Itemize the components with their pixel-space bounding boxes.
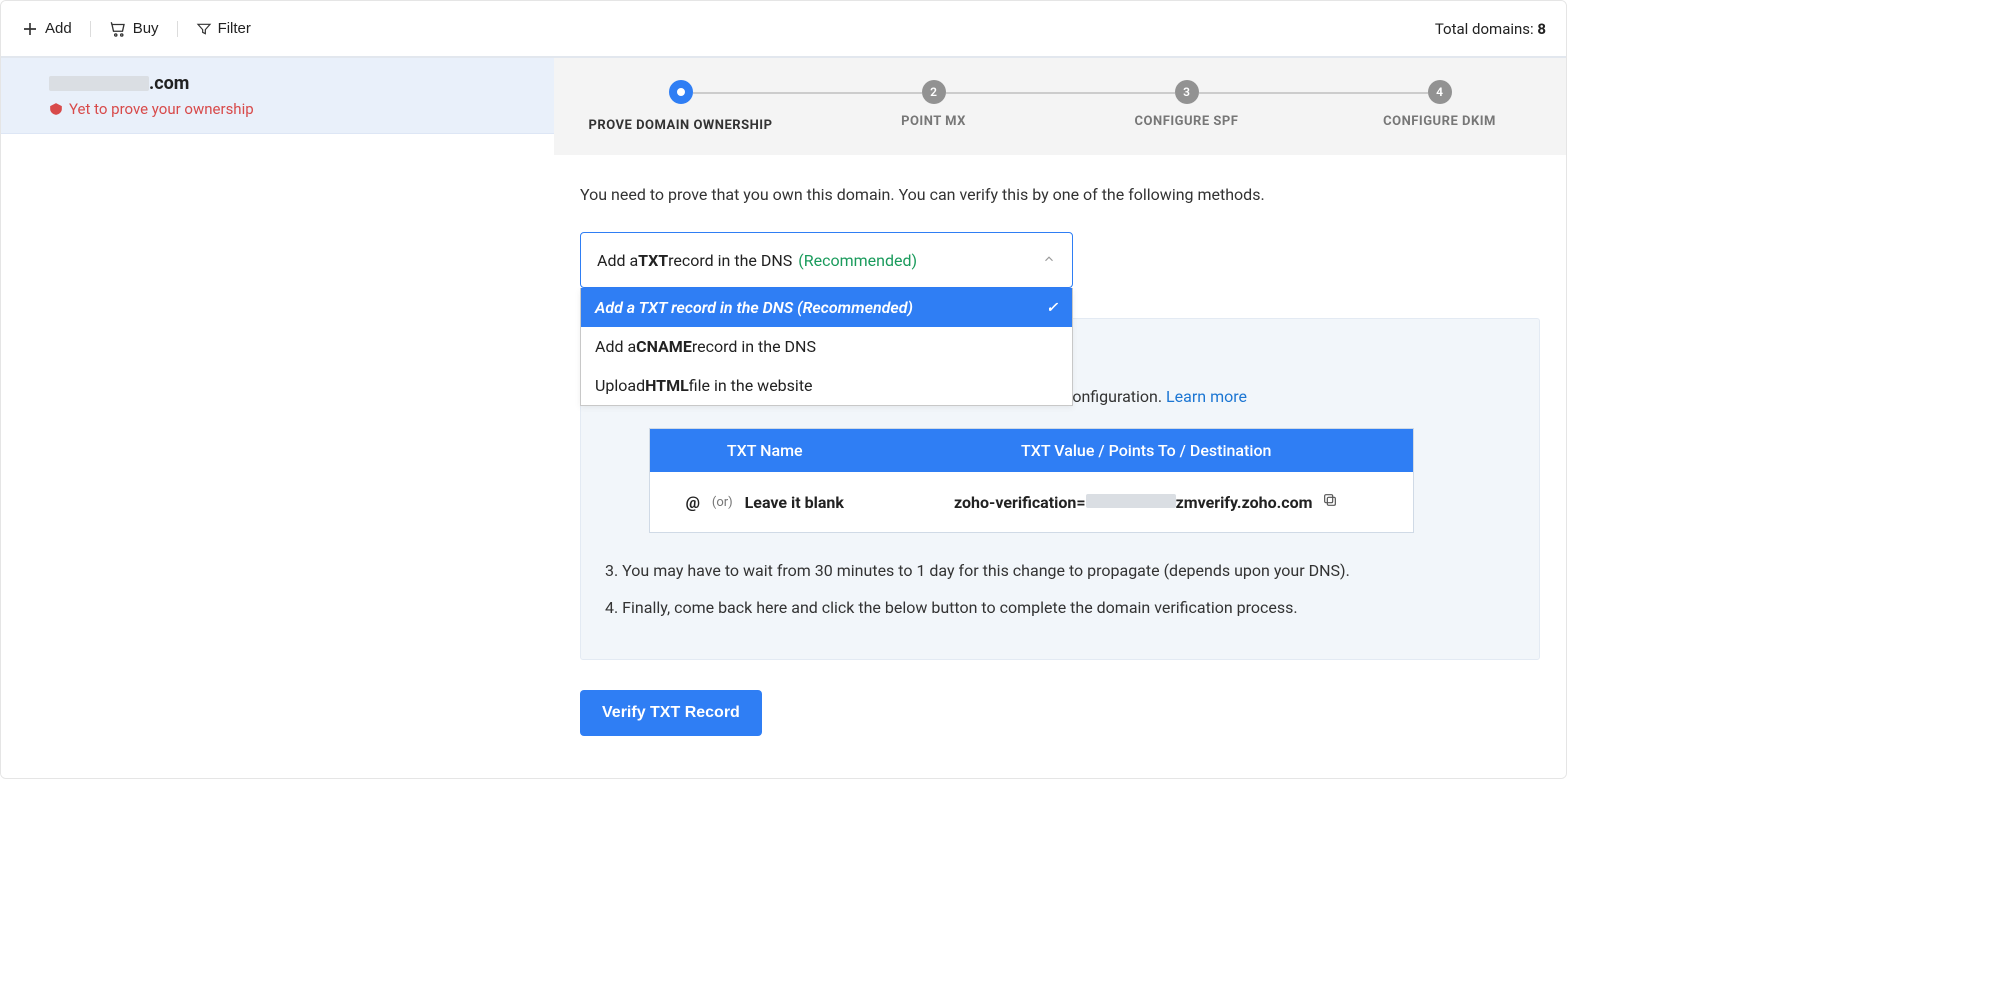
verify-method-dropdown[interactable]: Add a TXT record in the DNS (Recommended… [580,232,1073,288]
buy-label: Buy [133,20,159,37]
app-container: Add Buy Filter Total domains: 8 .com [0,0,1567,779]
toolbar-sep [177,21,178,37]
copy-icon[interactable] [1322,492,1338,512]
toolbar-sep [90,21,91,37]
filter-icon [196,21,212,37]
td-txt-value: zoho-verification=zmverify.zoho.com [880,472,1414,533]
redacted-domain [49,76,149,91]
alert-icon [49,102,63,116]
domain-suffix: .com [149,73,189,94]
th-txt-value: TXT Value / Points To / Destination [880,429,1414,473]
add-label: Add [45,20,72,37]
sidebar: .com Yet to prove your ownership [1,58,554,778]
total-label: Total domains: [1435,20,1538,38]
txt-record-table: TXT Name TXT Value / Points To / Destina… [649,428,1414,533]
td-txt-name: @ (or) Leave it blank [650,472,880,533]
content: PROVE DOMAIN OWNERSHIP 2 POINT MX 3 CONF… [554,58,1566,778]
dd-selected-pre: Add a [597,251,638,270]
verify-txt-record-button[interactable]: Verify TXT Record [580,690,762,736]
domain-card[interactable]: .com Yet to prove your ownership [1,58,554,134]
step-3[interactable]: 3 CONFIGURE SPF [1060,80,1313,129]
table-row: @ (or) Leave it blank zoho-verification=… [650,472,1414,533]
filter-label: Filter [218,20,251,37]
check-icon: ✓ [1046,300,1058,316]
toolbar-left: Add Buy Filter [21,20,251,38]
instr-line3: 3. You may have to wait from 30 minutes … [605,561,1515,580]
dd-selected-post: record in the DNS [668,251,792,270]
ownership-status: Yet to prove your ownership [49,100,506,118]
step-1-circle [669,80,693,104]
domain-name: .com [49,73,506,94]
main: .com Yet to prove your ownership PROVE D… [1,58,1566,778]
learn-more-link[interactable]: Learn more [1166,387,1247,406]
dd-selected-bold: TXT [638,251,668,270]
dropdown-option-html[interactable]: Upload HTML file in the website [581,366,1072,405]
dropdown-list: Add a TXT record in the DNS (Recommended… [580,288,1073,406]
filter-button[interactable]: Filter [196,20,251,37]
dropdown-option-txt[interactable]: Add a TXT record in the DNS (Recommended… [581,288,1072,327]
step-4-circle: 4 [1428,80,1452,104]
stepper: PROVE DOMAIN OWNERSHIP 2 POINT MX 3 CONF… [554,58,1566,155]
step-1[interactable]: PROVE DOMAIN OWNERSHIP [554,80,807,133]
total-domains: Total domains: 8 [1435,20,1546,38]
ownership-text: Yet to prove your ownership [69,100,254,118]
redacted-token [1086,494,1176,508]
th-txt-name: TXT Name [650,429,880,473]
step-3-label: CONFIGURE SPF [1060,114,1313,129]
toolbar: Add Buy Filter Total domains: 8 [1,1,1566,58]
cart-icon [109,20,127,38]
step-2-circle: 2 [922,80,946,104]
total-value: 8 [1537,20,1546,38]
lead-text: You need to prove that you own this doma… [580,185,1540,204]
step-2[interactable]: 2 POINT MX [807,80,1060,129]
step-3-circle: 3 [1175,80,1199,104]
chevron-up-icon [1042,251,1056,270]
plus-icon [21,20,39,38]
body: You need to prove that you own this doma… [554,155,1566,771]
step-4-label: CONFIGURE DKIM [1313,114,1566,129]
dropdown-option-cname[interactable]: Add a CNAME record in the DNS [581,327,1072,366]
step-4[interactable]: 4 CONFIGURE DKIM [1313,80,1566,129]
dd-recommended: (Recommended) [798,251,917,270]
step-1-label: PROVE DOMAIN OWNERSHIP [554,118,807,133]
add-button[interactable]: Add [21,20,72,38]
verify-method-dropdown-wrap: Add a TXT record in the DNS (Recommended… [580,232,1073,288]
step-2-label: POINT MX [807,114,1060,129]
instr-line4: 4. Finally, come back here and click the… [605,598,1515,617]
buy-button[interactable]: Buy [109,20,159,38]
dd-opt1-text: Add a TXT record in the DNS (Recommended… [595,298,913,317]
